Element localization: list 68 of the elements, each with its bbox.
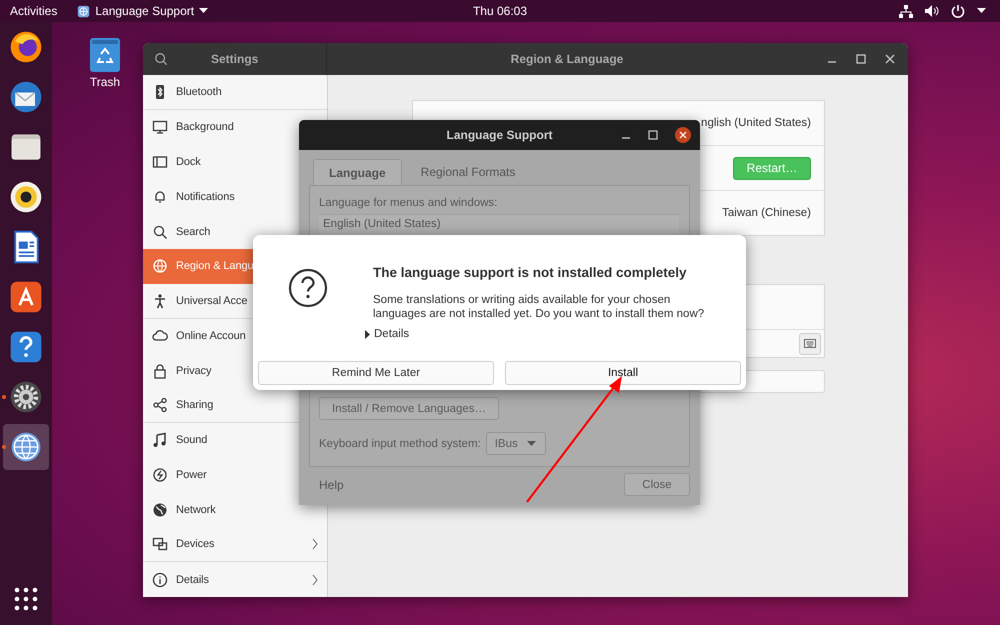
sidebar-item[interactable]: Background <box>143 110 327 145</box>
caret-icon <box>526 441 536 446</box>
monitor-icon <box>152 119 168 136</box>
dock-icon <box>152 154 168 170</box>
sidebar-label: Search <box>176 226 210 238</box>
search-icon[interactable] <box>154 52 168 66</box>
sidebar-item[interactable]: Online Accoun <box>143 318 327 354</box>
power-icon[interactable] <box>951 4 965 18</box>
caret-icon <box>199 8 208 14</box>
close-icon[interactable] <box>885 54 895 64</box>
sidebar-label: Details <box>176 574 209 586</box>
app-grid-icon[interactable] <box>14 587 38 611</box>
share-icon <box>152 397 168 414</box>
sidebar-label: Bluetooth <box>176 86 222 98</box>
desktop-icon-label[interactable]: Trash <box>90 75 120 89</box>
person-icon <box>152 292 168 309</box>
keyboard-icon <box>804 339 816 348</box>
clock[interactable]: Thu 06:03 <box>472 4 528 18</box>
sidebar-item[interactable]: Devices <box>143 527 327 562</box>
network-globe-icon <box>152 502 168 518</box>
info-icon <box>152 572 168 588</box>
globe-icon <box>152 258 168 274</box>
close-icon[interactable] <box>675 127 691 143</box>
window-title: Region & Language <box>510 52 624 66</box>
sidebar-label: Network <box>176 504 216 516</box>
keyboard-button[interactable] <box>799 332 821 354</box>
globe-icon[interactable] <box>3 424 49 470</box>
dialog-title: The language support is not installed completely <box>373 265 688 280</box>
question-icon <box>288 268 328 308</box>
sidebar-label: Online Accoun <box>176 330 246 342</box>
power-icon <box>152 467 168 484</box>
sidebar-label: Power <box>176 469 207 482</box>
field-label: Keyboard input method system: <box>319 438 481 450</box>
remind-later-button[interactable]: Remind Me Later <box>258 361 494 385</box>
globe-icon <box>77 4 90 18</box>
install-button[interactable]: Install <box>505 361 741 385</box>
activities-button[interactable]: Activities <box>0 0 68 22</box>
sidebar-item[interactable]: Details <box>143 562 327 597</box>
volume-icon[interactable] <box>925 5 939 17</box>
sidebar-label: Sharing <box>176 399 214 412</box>
devices-icon <box>152 536 168 552</box>
network-icon[interactable] <box>899 4 913 18</box>
music-note-icon <box>152 432 168 448</box>
sidebar-label: Universal Acce <box>176 294 248 307</box>
sidebar-label: Background <box>176 121 234 134</box>
sidebar-label: Privacy <box>176 364 212 377</box>
window-title: Language Support <box>446 128 552 142</box>
sidebar-label: Notifications <box>176 190 235 203</box>
sidebar-label: Region & Langu <box>176 260 254 272</box>
dialog-message: Some translations or writing aids available for your chosen languages are not installed yet. Do you want to install them now? <box>373 293 706 321</box>
panel-title: Settings <box>211 52 258 66</box>
trash-icon[interactable] <box>90 38 120 72</box>
language-item[interactable]: English (United States) <box>319 215 679 233</box>
lock-icon <box>152 362 168 379</box>
sidebar-label: Sound <box>176 434 208 446</box>
maximize-icon[interactable] <box>856 54 866 64</box>
sidebar-item[interactable]: Bluetooth <box>143 75 327 110</box>
sidebar-label: Dock <box>176 156 201 168</box>
app-menu[interactable]: Language Support <box>67 0 218 22</box>
details-expander[interactable]: Details <box>365 328 410 340</box>
setting-value[interactable]: nglish (United States) <box>701 117 811 129</box>
expander-icon <box>365 330 371 338</box>
sidebar-label: Devices <box>176 538 214 550</box>
maximize-icon[interactable] <box>648 130 658 140</box>
search-icon <box>152 224 168 240</box>
caret-icon[interactable] <box>977 8 986 14</box>
field-label: Language for menus and windows: <box>319 197 498 209</box>
setting-value[interactable]: Taiwan (Chinese) <box>722 207 811 219</box>
